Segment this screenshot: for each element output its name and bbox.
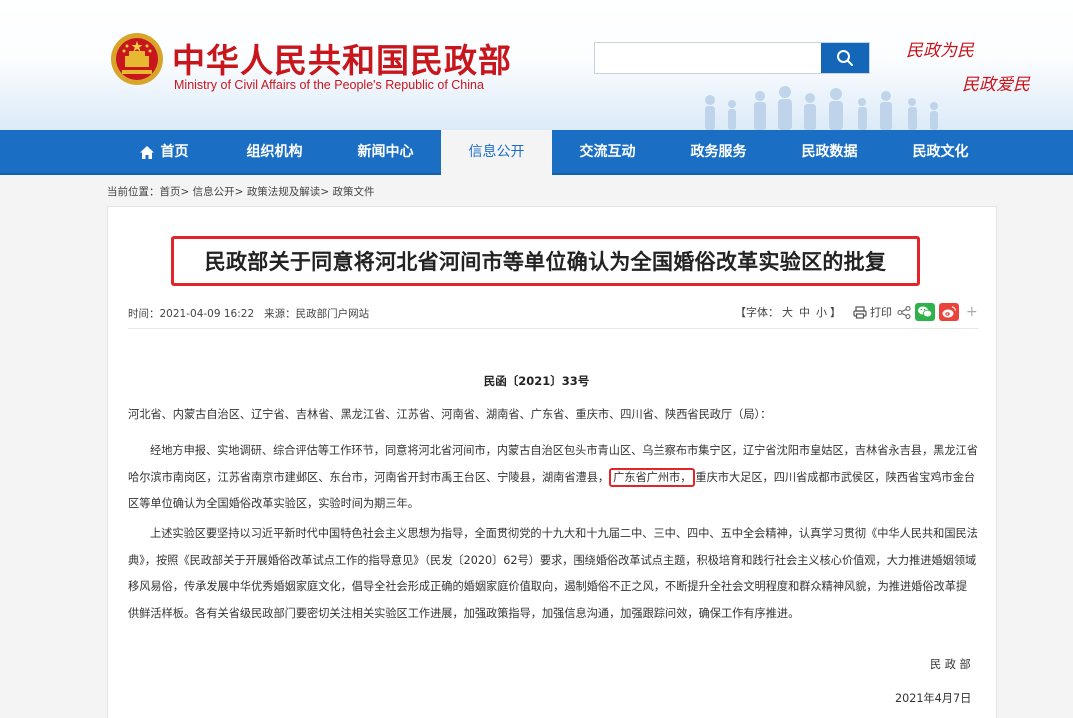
font-large-button[interactable]: 大	[782, 304, 793, 320]
breadcrumb-item-policy[interactable]: 政策法规及解读	[247, 186, 321, 198]
nav-item-civil-data[interactable]: 民政数据	[774, 130, 885, 175]
addressees: 河北省、内蒙古自治区、辽宁省、吉林省、黑龙江省、江苏省、河南省、湖南省、广东省、…	[128, 408, 772, 421]
print-label: 打印	[870, 306, 892, 319]
search-input[interactable]	[595, 43, 821, 73]
article-paragraph-2: 上述实验区要坚持以习近平新时代中国特色社会主义思想为指导，全面贯彻党的十九大和十…	[128, 527, 978, 620]
weibo-share-button[interactable]	[939, 303, 959, 321]
highlighted-city: 广东省广州市，	[609, 467, 696, 487]
breadcrumb-item-home[interactable]: 首页	[160, 186, 181, 198]
font-medium-button[interactable]: 中	[799, 304, 810, 320]
breadcrumb-separator: >	[320, 186, 330, 198]
nav-item-organization[interactable]: 组织机构	[219, 130, 330, 175]
weibo-icon	[942, 306, 957, 318]
more-share-button[interactable]: +	[966, 304, 978, 320]
slogan-line1: 民政为民	[906, 41, 974, 61]
nav-item-civil-culture[interactable]: 民政文化	[885, 130, 996, 175]
breadcrumb: 当前位置：首页> 信息公开> 政策法规及解读> 政策文件	[107, 184, 374, 199]
site-header: 中华人民共和国民政部 Ministry of Civil Affairs of …	[0, 0, 1073, 130]
time-label: 时间：	[128, 308, 160, 320]
print-button[interactable]: 打印	[853, 304, 892, 320]
font-size-label-open: 【字体：	[735, 306, 779, 319]
signature-date: 2021年4月7日	[895, 692, 972, 705]
nav-item-home[interactable]: 首页	[108, 130, 219, 175]
share-icon[interactable]	[897, 305, 911, 319]
people-silhouette-decoration	[705, 86, 938, 130]
nav-item-gov-services[interactable]: 政务服务	[663, 130, 774, 175]
publish-time: 2021-04-09 16:22	[159, 308, 255, 320]
main-nav: 首页 组织机构 新闻中心 信息公开 交流互动 政务服务 民政数据 民政文化	[0, 130, 1073, 175]
search-button[interactable]	[821, 43, 869, 73]
breadcrumb-separator: >	[180, 186, 190, 198]
site-subtitle: Ministry of Civil Affairs of the People'…	[174, 78, 484, 92]
nav-item-interaction[interactable]: 交流互动	[552, 130, 663, 175]
national-emblem-icon	[111, 33, 163, 85]
title-highlight-box: 民政部关于同意将河北省河间市等单位确认为全国婚俗改革实验区的批复	[171, 236, 920, 286]
nav-item-label: 首页	[160, 144, 189, 160]
breadcrumb-item-policy-docs[interactable]: 政策文件	[332, 186, 374, 198]
article-tools: 【字体： 大 中 小 】 打印 +	[735, 302, 978, 322]
wechat-icon	[918, 306, 933, 318]
signature: 民 政 部	[930, 658, 971, 671]
article-paragraph-1: 经地方申报、实地调研、综合评估等工作环节，同意将河北省河间市，内蒙古自治区包头市…	[128, 438, 978, 518]
article-title: 民政部关于同意将河北省河间市等单位确认为全国婚俗改革实验区的批复	[204, 250, 887, 274]
wechat-share-button[interactable]	[915, 303, 935, 321]
font-size-label-close: 】	[830, 306, 841, 319]
site-title[interactable]: 中华人民共和国民政部	[172, 34, 512, 82]
article-meta: 时间：2021-04-09 16:22 来源：民政部门户网站	[128, 306, 369, 321]
slogan-line2: 民政爱民	[962, 75, 1030, 95]
home-icon	[139, 146, 154, 159]
nav-item-news-center[interactable]: 新闻中心	[330, 130, 441, 175]
breadcrumb-separator: >	[234, 186, 244, 198]
search-box	[594, 42, 870, 74]
breadcrumb-prefix: 当前位置：	[107, 186, 160, 198]
document-number: 民函〔2021〕33号	[483, 374, 590, 388]
nav-item-info-disclosure[interactable]: 信息公开	[441, 130, 552, 175]
printer-icon	[853, 305, 867, 319]
font-small-button[interactable]: 小	[816, 304, 827, 320]
breadcrumb-item-info-disclosure[interactable]: 信息公开	[193, 186, 235, 198]
meta-divider	[128, 328, 978, 329]
source-label: 来源：	[264, 308, 296, 320]
source-value: 民政部门户网站	[295, 308, 370, 320]
search-icon	[837, 50, 853, 66]
